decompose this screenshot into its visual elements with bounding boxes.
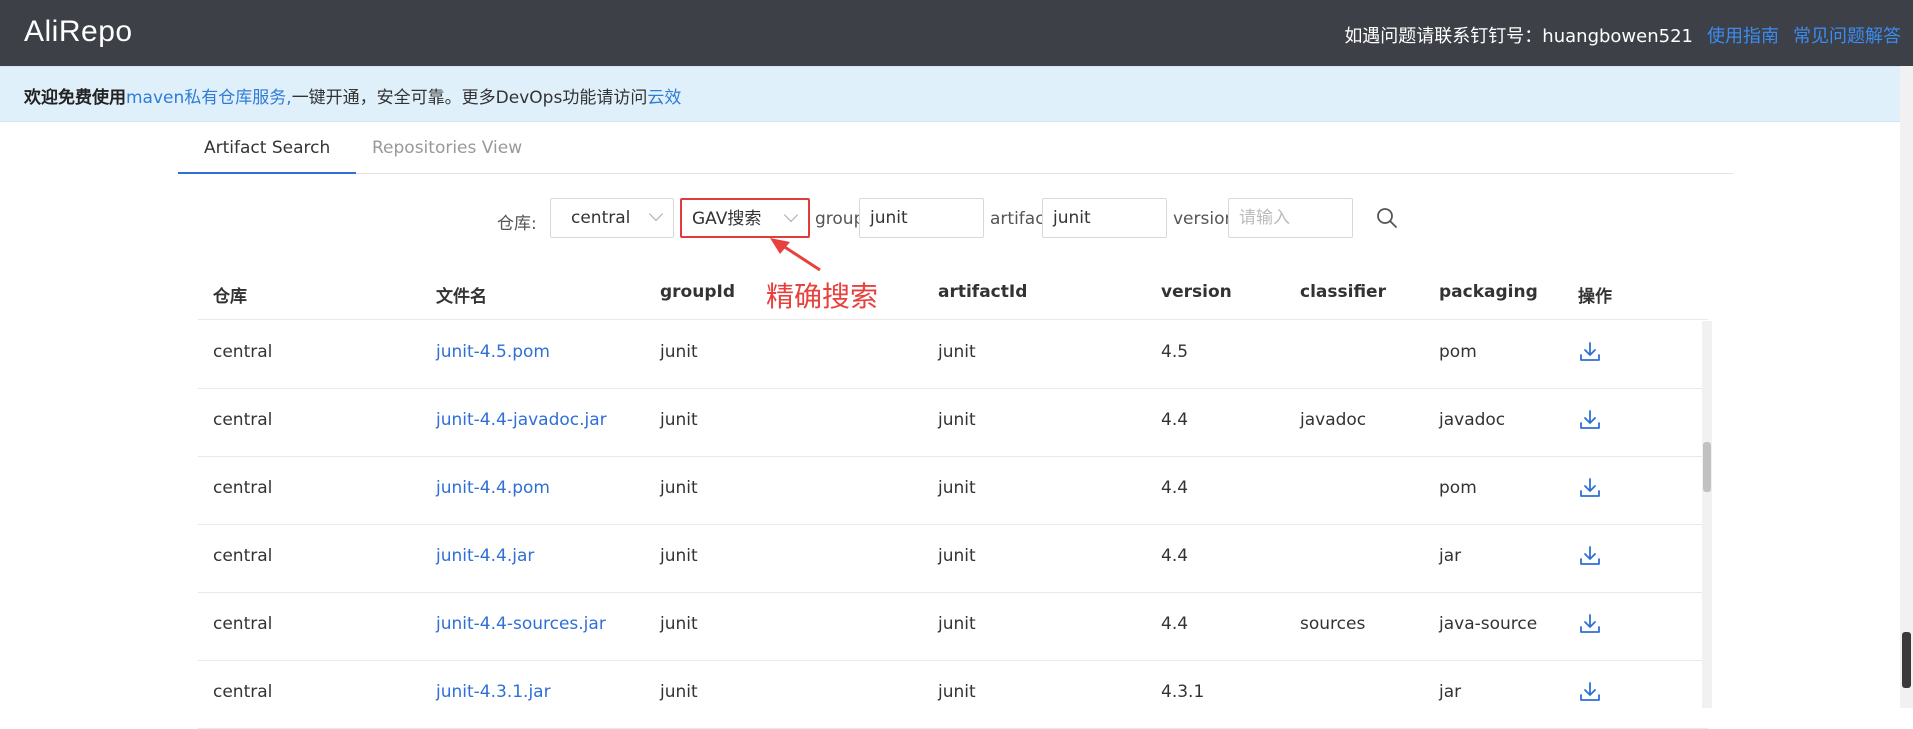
download-icon[interactable] <box>1578 408 1602 432</box>
table-scrollbar-track[interactable] <box>1702 321 1712 708</box>
repo-label: 仓库: <box>497 214 537 234</box>
cell-artifact: junit <box>938 546 976 566</box>
artifact-input-value: junit <box>1053 208 1091 228</box>
repo-select[interactable]: central <box>550 198 674 238</box>
col-artifactid: artifactId <box>938 282 1028 302</box>
notice-bold: 欢迎免费使用 <box>24 88 126 108</box>
table-row: central junit-4.3.1.jar junit junit 4.3.… <box>198 661 1708 729</box>
page-scrollbar-track[interactable] <box>1900 66 1913 708</box>
tab-repositories-view[interactable]: Repositories View <box>346 138 548 174</box>
table-row: central junit-4.4.pom junit junit 4.4 po… <box>198 457 1708 525</box>
col-actions: 操作 <box>1578 287 1612 307</box>
annotation-arrow-icon <box>770 238 821 272</box>
cell-packaging: java-source <box>1439 614 1538 634</box>
notice-banner: 欢迎免费使用maven私有仓库服务,一键开通，安全可靠。更多DevOps功能请访… <box>0 66 1913 122</box>
version-input[interactable]: 请输入 <box>1228 198 1353 238</box>
download-icon[interactable] <box>1578 612 1602 636</box>
table-row: central junit-4.4-sources.jar junit juni… <box>198 593 1708 661</box>
search-bar: 仓库: central GAV搜索 group junit artifact j… <box>0 198 1913 240</box>
cell-packaging: javadoc <box>1439 410 1506 430</box>
cell-version: 4.4 <box>1161 478 1189 498</box>
version-input-placeholder: 请输入 <box>1239 208 1290 228</box>
search-icon[interactable] <box>1376 207 1398 229</box>
cell-repo: central <box>213 342 273 362</box>
cell-file-link[interactable]: junit-4.4-sources.jar <box>436 614 606 634</box>
cell-group: junit <box>660 546 698 566</box>
cell-repo: central <box>213 478 273 498</box>
cell-artifact: junit <box>938 614 976 634</box>
chevron-down-icon <box>783 207 799 223</box>
col-version: version <box>1161 282 1232 302</box>
download-icon[interactable] <box>1578 680 1602 704</box>
cell-version: 4.3.1 <box>1161 682 1205 702</box>
table-row: central junit-4.5.pom junit junit 4.5 po… <box>198 321 1708 389</box>
cell-packaging: jar <box>1439 546 1462 566</box>
tab-artifact-search[interactable]: Artifact Search <box>178 138 357 174</box>
search-mode-select[interactable]: GAV搜索 <box>680 198 810 238</box>
table-row: central junit-4.4.jar junit junit 4.4 ja… <box>198 525 1708 593</box>
cell-classifier: sources <box>1300 614 1366 634</box>
download-icon[interactable] <box>1578 340 1602 364</box>
notice-middle: 一键开通，安全可靠。更多DevOps功能请访问 <box>291 88 648 108</box>
repo-select-value: central <box>571 208 631 228</box>
yunxiao-link[interactable]: 云效 <box>647 88 681 108</box>
table-scrollbar-thumb[interactable] <box>1703 442 1711 492</box>
artifact-input[interactable]: junit <box>1042 198 1167 238</box>
download-icon[interactable] <box>1578 544 1602 568</box>
col-classifier: classifier <box>1300 282 1386 302</box>
cell-version: 4.4 <box>1161 410 1189 430</box>
cell-file-link[interactable]: junit-4.4.jar <box>436 546 534 566</box>
page-scrollbar-thumb[interactable] <box>1902 632 1911 688</box>
cell-classifier: javadoc <box>1300 410 1367 430</box>
cell-version: 4.4 <box>1161 546 1189 566</box>
guide-link[interactable]: 使用指南 <box>1707 26 1779 47</box>
cell-group: junit <box>660 478 698 498</box>
cell-artifact: junit <box>938 410 976 430</box>
notice-text: 欢迎免费使用maven私有仓库服务,一键开通，安全可靠。更多DevOps功能请访… <box>24 83 681 108</box>
search-mode-value: GAV搜索 <box>692 209 762 229</box>
cell-artifact: junit <box>938 478 976 498</box>
cell-file-link[interactable]: junit-4.3.1.jar <box>436 682 551 702</box>
faq-link[interactable]: 常见问题解答 <box>1793 26 1901 47</box>
group-input[interactable]: junit <box>859 198 984 238</box>
maven-service-link[interactable]: maven私有仓库服务, <box>126 88 292 108</box>
download-icon[interactable] <box>1578 476 1602 500</box>
cell-artifact: junit <box>938 342 976 362</box>
cell-group: junit <box>660 682 698 702</box>
cell-packaging: pom <box>1439 342 1477 362</box>
cell-repo: central <box>213 410 273 430</box>
cell-file-link[interactable]: junit-4.4-javadoc.jar <box>436 410 607 430</box>
cell-packaging: pom <box>1439 478 1477 498</box>
cell-group: junit <box>660 410 698 430</box>
cell-file-link[interactable]: junit-4.5.pom <box>436 342 550 362</box>
table-row: central junit-4.4-javadoc.jar junit juni… <box>198 389 1708 457</box>
header-right: 如遇问题请联系钉钉号：huangbowen521 使用指南 常见问题解答 <box>1344 22 1901 48</box>
tab-bar: Artifact Search Repositories View <box>178 122 1733 174</box>
contact-text: 如遇问题请联系钉钉号：huangbowen521 <box>1344 26 1693 47</box>
group-label: group <box>815 209 865 229</box>
cell-repo: central <box>213 546 273 566</box>
cell-group: junit <box>660 342 698 362</box>
cell-packaging: jar <box>1439 682 1462 702</box>
cell-version: 4.5 <box>1161 342 1189 362</box>
col-packaging: packaging <box>1439 282 1538 302</box>
col-groupid: groupId <box>660 282 735 302</box>
top-bar: AliRepo 如遇问题请联系钉钉号：huangbowen521 使用指南 常见问题… <box>0 0 1913 66</box>
cell-version: 4.4 <box>1161 614 1189 634</box>
cell-repo: central <box>213 614 273 634</box>
cell-repo: central <box>213 682 273 702</box>
chevron-down-icon <box>648 206 664 222</box>
col-filename: 文件名 <box>436 287 487 307</box>
group-input-value: junit <box>870 208 908 228</box>
table-header: 仓库 文件名 groupId artifactId version classi… <box>198 270 1708 320</box>
col-repo: 仓库 <box>213 287 247 307</box>
cell-artifact: junit <box>938 682 976 702</box>
version-label: version <box>1173 209 1236 229</box>
app-logo[interactable]: AliRepo <box>24 15 133 49</box>
cell-group: junit <box>660 614 698 634</box>
cell-file-link[interactable]: junit-4.4.pom <box>436 478 550 498</box>
